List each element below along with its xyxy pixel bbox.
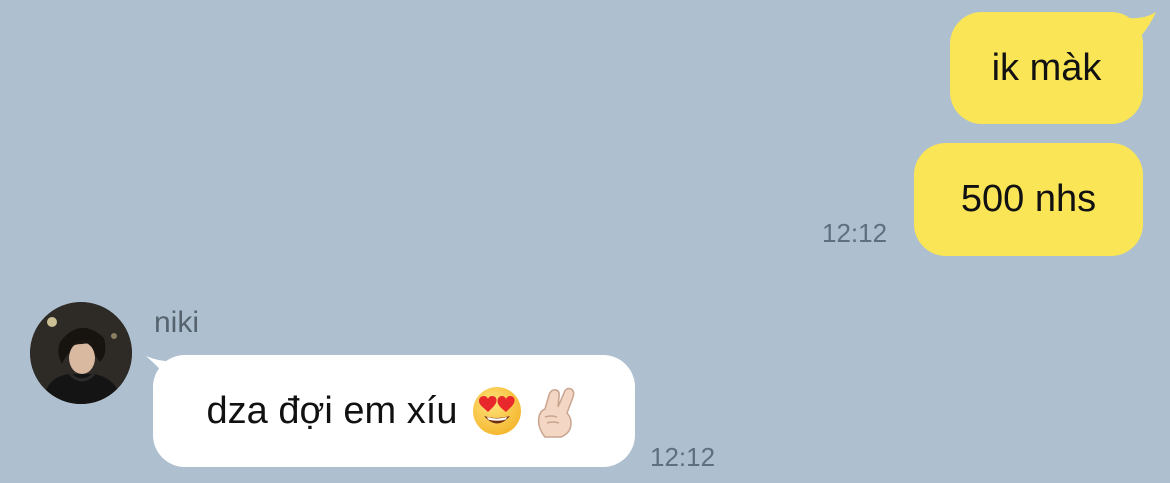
message-bubble-outgoing[interactable]: 500 nhs: [914, 143, 1143, 256]
message-text: 500 nhs: [960, 178, 1097, 220]
message-text: dza đợi em xíu: [206, 389, 458, 432]
message-bubble-incoming[interactable]: dza đợi em xíu: [153, 355, 635, 467]
avatar[interactable]: [30, 302, 132, 404]
message-timestamp: 12:12: [650, 442, 716, 472]
message-text: ik màk: [991, 46, 1102, 89]
finger-heart-emoji: [538, 387, 575, 438]
message-bubble-outgoing[interactable]: ik màk: [950, 12, 1143, 124]
message-timestamp: 12:12: [822, 218, 888, 248]
avatar-photo: [30, 302, 132, 404]
chat-area: ik màk 500 nhs 12:12 niki dza đợi em xíu: [0, 0, 1170, 483]
bubble-tail: [1118, 12, 1156, 46]
sender-name: niki: [154, 306, 200, 339]
heart-eyes-emoji: [473, 387, 522, 435]
